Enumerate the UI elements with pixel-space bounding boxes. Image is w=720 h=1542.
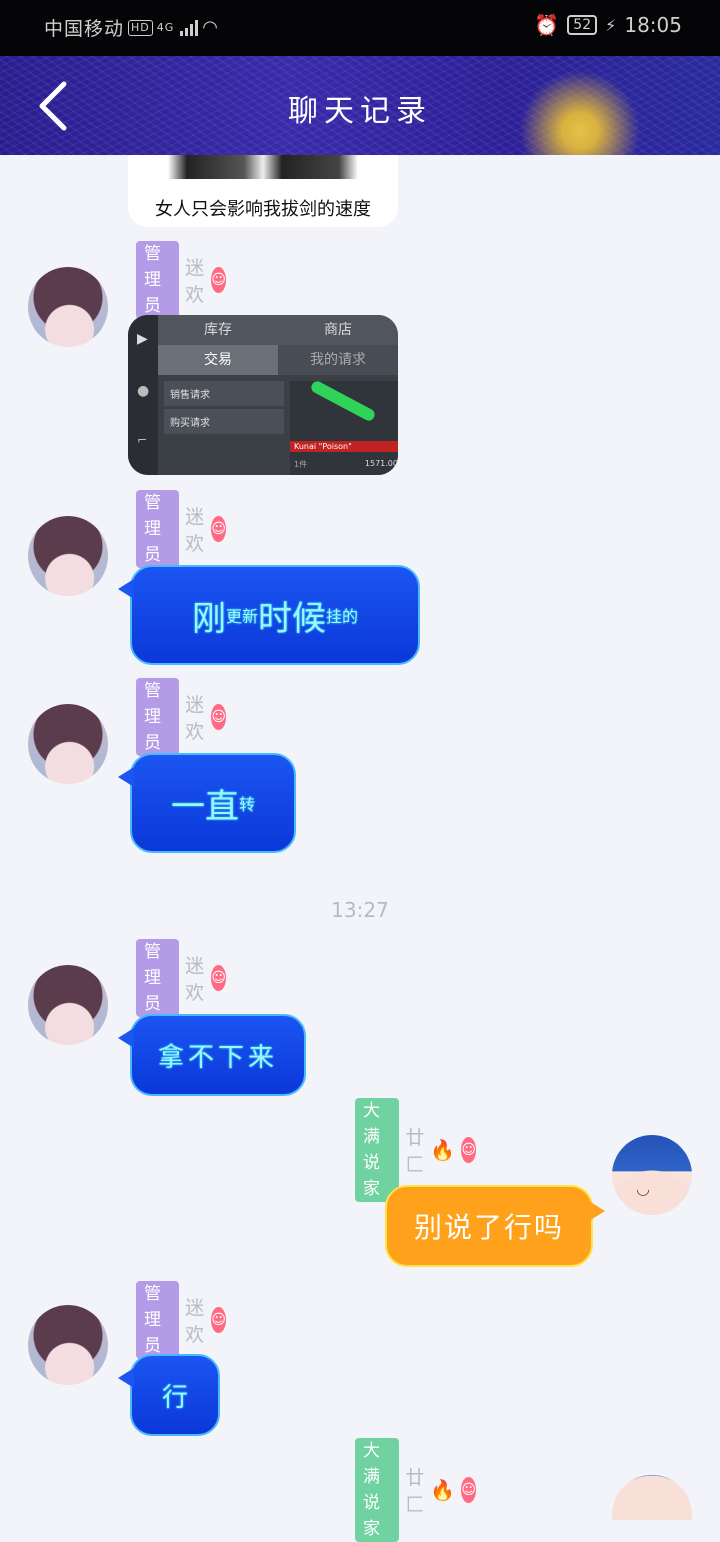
person-icon: ● bbox=[137, 383, 150, 399]
item-name: Kunai "Poison" bbox=[290, 441, 398, 452]
charging-icon: ⚡ bbox=[605, 15, 617, 35]
sender-row: 管理员 迷欢 ☺ bbox=[136, 241, 227, 319]
tab-inventory: 库存 bbox=[204, 322, 232, 338]
status-right: ⏰ 52 ⚡ 18:05 bbox=[534, 13, 682, 37]
message-text: 拿不下来 bbox=[157, 1042, 278, 1073]
knife-icon bbox=[309, 379, 377, 423]
alarm-icon: ⏰ bbox=[534, 13, 560, 37]
timestamp: 13:27 bbox=[331, 898, 389, 922]
sender-name: 迷欢 bbox=[185, 1297, 205, 1346]
play-icon: ▶ bbox=[137, 331, 148, 347]
carrier-label: 中国移动 bbox=[44, 18, 125, 40]
clock: 18:05 bbox=[624, 13, 682, 37]
sender-row: 管理员 迷欢 ☺ bbox=[136, 1281, 227, 1359]
fire-icon: 🔥 bbox=[430, 1478, 456, 1502]
avatar[interactable] bbox=[28, 516, 108, 596]
message-bubble[interactable]: 刚 更新 时候 挂的 bbox=[118, 565, 420, 665]
role-badge: 管理员 bbox=[136, 678, 180, 756]
smile-emoji-icon: ☺ bbox=[211, 267, 227, 293]
message-text: 行 bbox=[161, 1382, 188, 1413]
meme-picture bbox=[168, 155, 358, 179]
smile-emoji-icon: ☺ bbox=[211, 704, 227, 730]
message-text-part: 挂的 bbox=[326, 607, 359, 626]
message-text-part: 转 bbox=[238, 795, 255, 814]
item-count: 1件 bbox=[294, 460, 308, 469]
sender-name: 迷欢 bbox=[185, 506, 205, 555]
hd-badge: HD bbox=[128, 19, 153, 36]
sender-row: 管理员 迷欢 ☺ bbox=[136, 939, 227, 1017]
chat-header: 聊天记录 bbox=[0, 56, 720, 155]
shop-sidebar: ▶ ● ⌐ bbox=[128, 315, 158, 475]
screenshot-image[interactable]: ▶ ● ⌐ 库存 商店 交易 我的请求 销售请求 购买请求 Kunai "Poi… bbox=[128, 315, 398, 475]
message-bubble[interactable]: 行 bbox=[118, 1354, 220, 1436]
smile-emoji-icon: ☺ bbox=[461, 1477, 476, 1503]
message-text-part: 更新 bbox=[225, 607, 258, 626]
message-text-part: 刚 bbox=[191, 598, 226, 639]
subtab-requests: 我的请求 bbox=[278, 345, 398, 375]
meme-caption: 女人只会影响我拔剑的速度 bbox=[155, 199, 371, 220]
role-badge: 大满说家 bbox=[355, 1098, 400, 1202]
sender-row: 大满说家 廿匚 🔥 ☺ bbox=[355, 1098, 476, 1202]
message-bubble[interactable]: 拿不下来 bbox=[118, 1014, 306, 1096]
avatar[interactable] bbox=[28, 965, 108, 1045]
battery-icon: 52 bbox=[567, 15, 598, 35]
status-bar: 中国移动 HD 4G ◠ ⏰ 52 ⚡ 18:05 bbox=[0, 0, 720, 56]
sender-name: 迷欢 bbox=[185, 694, 205, 743]
item-price: 1571.00 bbox=[364, 459, 398, 468]
role-badge: 管理员 bbox=[136, 241, 180, 319]
menu-buy-requests: 购买请求 bbox=[164, 409, 284, 434]
shop-subtabs: 交易 我的请求 bbox=[158, 345, 398, 375]
shop-tabs: 库存 商店 bbox=[158, 315, 398, 345]
smile-emoji-icon: ☺ bbox=[461, 1137, 476, 1163]
avatar[interactable]: ◡ bbox=[612, 1135, 692, 1215]
role-badge: 管理员 bbox=[136, 1281, 180, 1359]
avatar[interactable] bbox=[28, 267, 108, 347]
item-card: Kunai "Poison" 1件 1571.00 bbox=[290, 379, 398, 475]
role-badge: 大满说家 bbox=[355, 1438, 400, 1542]
tab-store: 商店 bbox=[324, 322, 352, 338]
sender-name: 廿匚 bbox=[405, 1127, 425, 1176]
fire-icon: 🔥 bbox=[430, 1138, 456, 1162]
sender-row: 管理员 迷欢 ☺ bbox=[136, 490, 227, 568]
smile-emoji-icon: ☺ bbox=[211, 516, 227, 542]
shop-menu: 销售请求 购买请求 bbox=[164, 381, 284, 434]
smile-emoji-icon: ☺ bbox=[211, 965, 227, 991]
status-left: 中国移动 HD 4G ◠ bbox=[44, 14, 219, 41]
avatar[interactable] bbox=[28, 1305, 108, 1385]
role-badge: 管理员 bbox=[136, 939, 180, 1017]
wifi-icon: ◠ bbox=[202, 17, 220, 38]
signal-icon bbox=[180, 19, 199, 36]
message-text-part: 时候 bbox=[258, 598, 326, 639]
message-bubble[interactable]: 一直 转 bbox=[118, 753, 296, 853]
sender-name: 迷欢 bbox=[185, 955, 205, 1004]
gun-icon: ⌐ bbox=[137, 433, 148, 447]
role-badge: 管理员 bbox=[136, 490, 180, 568]
message-text: 别说了行吗 bbox=[413, 1211, 564, 1244]
message-bubble[interactable]: 别说了行吗 bbox=[385, 1185, 605, 1267]
smile-emoji-icon: ☺ bbox=[211, 1307, 227, 1333]
sender-name: 迷欢 bbox=[185, 257, 205, 306]
sender-row: 管理员 迷欢 ☺ bbox=[136, 678, 227, 756]
avatar[interactable] bbox=[612, 1475, 692, 1520]
meme-image[interactable]: 女人只会影响我拔剑的速度 bbox=[128, 155, 398, 227]
subtab-trade: 交易 bbox=[158, 345, 278, 375]
face-icon: ◡ bbox=[636, 1179, 650, 1198]
page-title: 聊天记录 bbox=[288, 94, 432, 129]
sender-row: 大满说家 廿匚 🔥 ☺ bbox=[355, 1438, 476, 1542]
menu-sell-requests: 销售请求 bbox=[164, 381, 284, 406]
avatar[interactable] bbox=[28, 704, 108, 784]
message-text-part: 一直 bbox=[170, 786, 239, 827]
sender-name: 廿匚 bbox=[405, 1467, 425, 1516]
network-type: 4G bbox=[156, 21, 175, 34]
